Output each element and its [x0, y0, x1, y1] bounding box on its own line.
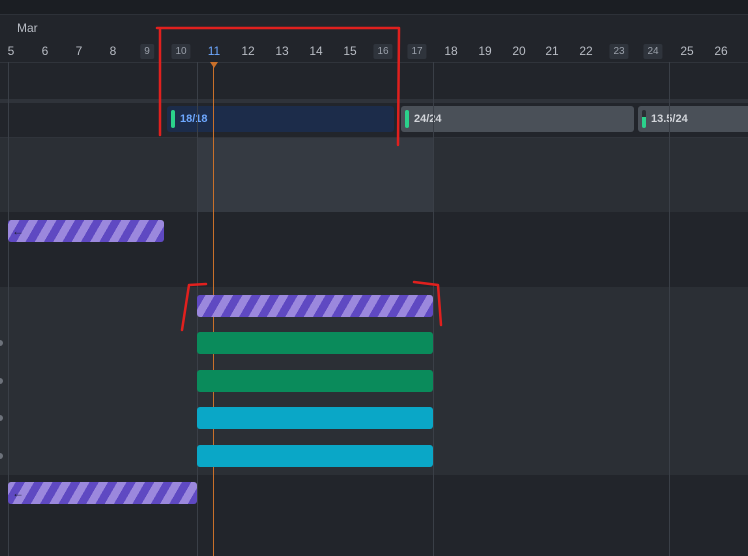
task-bar[interactable]: [197, 407, 433, 429]
task-bar[interactable]: [197, 332, 433, 354]
day-cell[interactable]: 15: [340, 44, 359, 59]
task-bar[interactable]: [197, 445, 433, 467]
day-cell-weekend[interactable]: 24: [643, 44, 663, 59]
day-cell[interactable]: 22: [576, 44, 595, 59]
header-spacer: [0, 63, 748, 99]
day-cell[interactable]: 20: [509, 44, 528, 59]
day-cell-weekend[interactable]: 17: [407, 44, 427, 59]
day-cell[interactable]: 26: [711, 44, 730, 59]
day-cell-today[interactable]: 11: [205, 44, 223, 59]
day-cell[interactable]: 8: [107, 44, 120, 59]
sprint-bar-active[interactable]: 18/18: [167, 106, 394, 132]
sprint-capacity-label: 18/18: [180, 113, 208, 125]
month-label: Mar: [17, 21, 38, 35]
sprint-status-indicator: [642, 110, 646, 128]
day-cell[interactable]: 25: [677, 44, 696, 59]
top-toolbar-strip: [0, 0, 748, 15]
sprint-status-indicator: [171, 110, 175, 128]
day-cell[interactable]: 5: [5, 44, 18, 59]
today-marker-icon: [210, 62, 218, 68]
day-cell[interactable]: 13: [272, 44, 291, 59]
day-cell-weekend[interactable]: 16: [373, 44, 393, 59]
sprint-boundary-line: [433, 62, 434, 556]
day-cell[interactable]: 21: [542, 44, 561, 59]
task-bar-unscheduled[interactable]: [197, 295, 433, 317]
day-cell[interactable]: 12: [238, 44, 257, 59]
day-cell[interactable]: 6: [39, 44, 52, 59]
day-cell-weekend[interactable]: 23: [609, 44, 629, 59]
sprint-status-indicator: [405, 110, 409, 128]
sprint-capacity-label: 24/24: [414, 113, 442, 125]
task-bar-unscheduled[interactable]: ←: [8, 220, 164, 242]
day-cell[interactable]: 14: [306, 44, 325, 59]
task-bar-unscheduled[interactable]: ←: [8, 482, 197, 504]
arrow-left-icon[interactable]: ←: [12, 223, 24, 239]
sprint-boundary-line: [669, 62, 670, 556]
day-cell-weekend[interactable]: 10: [171, 44, 191, 59]
sprint-bar[interactable]: 13.5/24: [638, 106, 748, 132]
task-bar[interactable]: [197, 370, 433, 392]
day-cell[interactable]: 19: [475, 44, 494, 59]
month-header-row: [0, 15, 748, 40]
sprint-column-highlight: [197, 138, 433, 212]
day-cell-weekend[interactable]: 9: [140, 44, 154, 59]
day-cell[interactable]: 18: [441, 44, 460, 59]
sprint-bar[interactable]: 24/24: [401, 106, 634, 132]
arrow-left-icon[interactable]: ←: [12, 485, 24, 501]
day-cell[interactable]: 7: [73, 44, 86, 59]
